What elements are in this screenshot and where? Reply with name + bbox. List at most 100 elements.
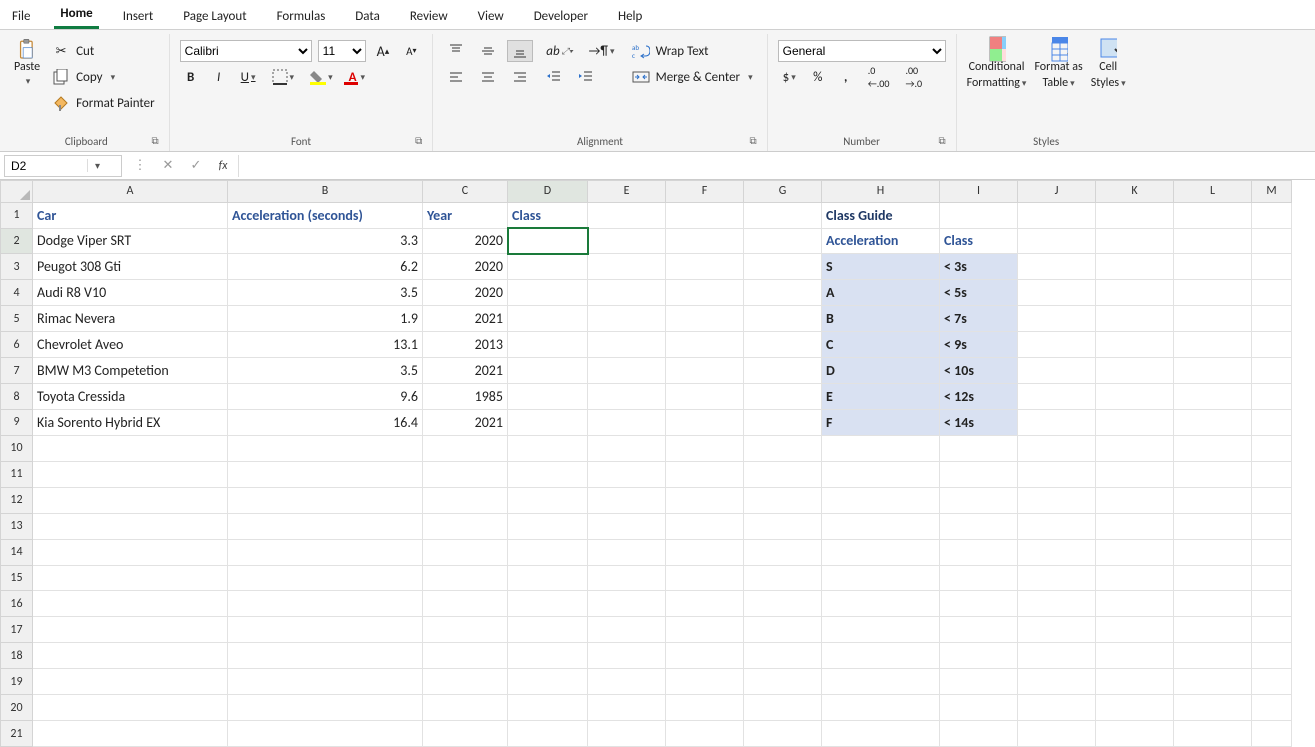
ltr-button[interactable]: →¶▾	[584, 40, 620, 62]
cell-A15[interactable]	[33, 565, 228, 591]
cell-G3[interactable]	[744, 254, 822, 280]
cell-M11[interactable]	[1252, 461, 1292, 487]
cell-M4[interactable]	[1252, 280, 1292, 306]
cell-J10[interactable]	[1018, 435, 1096, 461]
cell-B21[interactable]	[228, 721, 423, 747]
cell-K19[interactable]	[1096, 669, 1174, 695]
cell-B7[interactable]: 3.5	[228, 358, 423, 384]
align-middle-button[interactable]	[475, 40, 501, 62]
cell-J11[interactable]	[1018, 461, 1096, 487]
cell-B4[interactable]: 3.5	[228, 280, 423, 306]
cell-I3[interactable]: < 3s	[940, 254, 1018, 280]
tab-home[interactable]: Home	[54, 0, 98, 29]
cell-I7[interactable]: < 10s	[940, 358, 1018, 384]
cell-G5[interactable]	[744, 306, 822, 332]
cell-I6[interactable]: < 9s	[940, 332, 1018, 358]
cell-H20[interactable]	[822, 695, 940, 721]
cell-F15[interactable]	[666, 565, 744, 591]
cell-K13[interactable]	[1096, 513, 1174, 539]
cell-F18[interactable]	[666, 643, 744, 669]
cell-H14[interactable]	[822, 539, 940, 565]
cell-L7[interactable]	[1174, 358, 1252, 384]
cell-E2[interactable]	[588, 228, 666, 254]
cell-D1[interactable]: Class	[508, 202, 588, 228]
cell-G20[interactable]	[744, 695, 822, 721]
row-header-10[interactable]: 10	[1, 435, 33, 461]
cell-D3[interactable]	[508, 254, 588, 280]
cell-D15[interactable]	[508, 565, 588, 591]
cell-B9[interactable]: 16.4	[228, 409, 423, 435]
row-header-17[interactable]: 17	[1, 617, 33, 643]
cell-H8[interactable]: E	[822, 384, 940, 410]
cell-G4[interactable]	[744, 280, 822, 306]
cell-K21[interactable]	[1096, 721, 1174, 747]
cell-L6[interactable]	[1174, 332, 1252, 358]
format-painter-button[interactable]: Format Painter	[48, 92, 159, 114]
cell-C8[interactable]: 1985	[423, 384, 508, 410]
cell-F8[interactable]	[666, 384, 744, 410]
decrease-indent-button[interactable]	[541, 66, 567, 88]
cell-A12[interactable]	[33, 487, 228, 513]
tab-data[interactable]: Data	[349, 3, 386, 29]
cell-J8[interactable]	[1018, 384, 1096, 410]
align-center-button[interactable]	[475, 66, 501, 88]
cell-H12[interactable]	[822, 487, 940, 513]
border-button[interactable]: ▾	[267, 66, 300, 88]
cell-K17[interactable]	[1096, 617, 1174, 643]
row-header-15[interactable]: 15	[1, 565, 33, 591]
cell-I14[interactable]	[940, 539, 1018, 565]
cell-F1[interactable]	[666, 202, 744, 228]
cell-B19[interactable]	[228, 669, 423, 695]
cell-F19[interactable]	[666, 669, 744, 695]
cell-J2[interactable]	[1018, 228, 1096, 254]
cell-A2[interactable]: Dodge Viper SRT	[33, 228, 228, 254]
cell-F3[interactable]	[666, 254, 744, 280]
col-header-J[interactable]: J	[1018, 181, 1096, 203]
cell-C21[interactable]	[423, 721, 508, 747]
enter-formula-icon[interactable]: ✓	[182, 158, 210, 173]
cell-F14[interactable]	[666, 539, 744, 565]
conditional-formatting-button[interactable]: Conditional Formatting▾	[967, 40, 1027, 90]
cell-B3[interactable]: 6.2	[228, 254, 423, 280]
cell-K1[interactable]	[1096, 202, 1174, 228]
cell-B6[interactable]: 13.1	[228, 332, 423, 358]
cell-J12[interactable]	[1018, 487, 1096, 513]
cell-A19[interactable]	[33, 669, 228, 695]
row-header-18[interactable]: 18	[1, 643, 33, 669]
row-header-8[interactable]: 8	[1, 384, 33, 410]
cell-J5[interactable]	[1018, 306, 1096, 332]
cell-D14[interactable]	[508, 539, 588, 565]
cell-A16[interactable]	[33, 591, 228, 617]
tab-insert[interactable]: Insert	[117, 3, 160, 29]
dialog-launcher-icon[interactable]: ⧉	[148, 132, 163, 149]
row-header-2[interactable]: 2	[1, 228, 33, 254]
cell-F11[interactable]	[666, 461, 744, 487]
cell-M13[interactable]	[1252, 513, 1292, 539]
cell-E14[interactable]	[588, 539, 666, 565]
cell-M16[interactable]	[1252, 591, 1292, 617]
cell-M19[interactable]	[1252, 669, 1292, 695]
percent-button[interactable]: %	[807, 66, 829, 88]
cell-K5[interactable]	[1096, 306, 1174, 332]
cell-M1[interactable]	[1252, 202, 1292, 228]
cell-L15[interactable]	[1174, 565, 1252, 591]
cell-D10[interactable]	[508, 435, 588, 461]
tab-page-layout[interactable]: Page Layout	[177, 3, 252, 29]
cell-G18[interactable]	[744, 643, 822, 669]
cell-D11[interactable]	[508, 461, 588, 487]
cell-G12[interactable]	[744, 487, 822, 513]
cell-C19[interactable]	[423, 669, 508, 695]
cell-H2[interactable]: Acceleration	[822, 228, 940, 254]
cell-L12[interactable]	[1174, 487, 1252, 513]
align-top-button[interactable]	[443, 40, 469, 62]
cell-K12[interactable]	[1096, 487, 1174, 513]
row-header-21[interactable]: 21	[1, 721, 33, 747]
cell-B15[interactable]	[228, 565, 423, 591]
cell-E9[interactable]	[588, 409, 666, 435]
cell-A6[interactable]: Chevrolet Aveo	[33, 332, 228, 358]
cell-B5[interactable]: 1.9	[228, 306, 423, 332]
cell-J6[interactable]	[1018, 332, 1096, 358]
cell-C1[interactable]: Year	[423, 202, 508, 228]
cut-button[interactable]: ✂ Cut	[48, 40, 159, 62]
cell-L1[interactable]	[1174, 202, 1252, 228]
